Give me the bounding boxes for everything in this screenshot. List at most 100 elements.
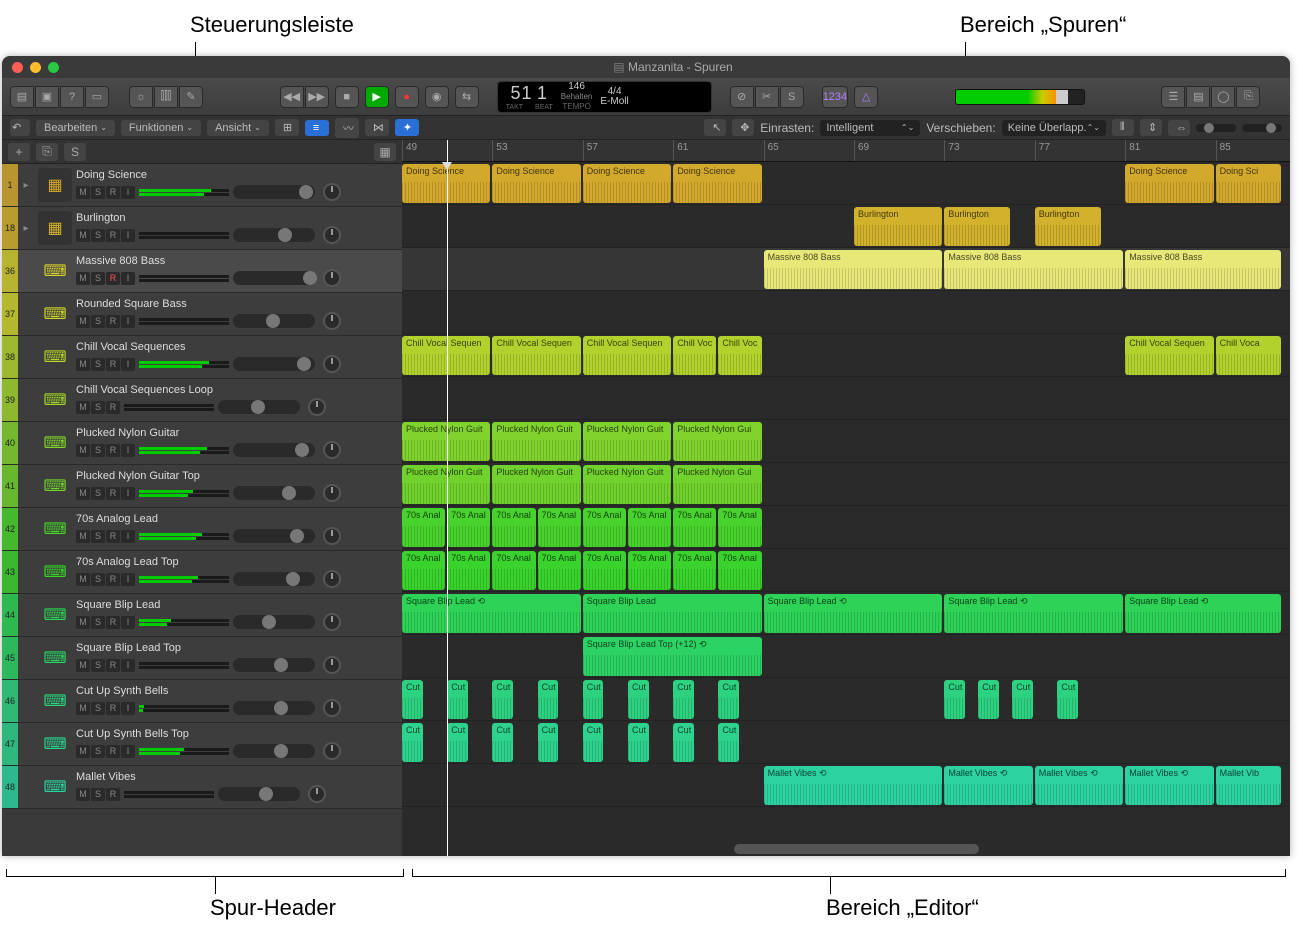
- track-name[interactable]: Plucked Nylon Guitar: [76, 427, 398, 439]
- msri-buttons[interactable]: MSRI: [76, 487, 135, 500]
- region[interactable]: Cut: [447, 723, 468, 762]
- msri-buttons[interactable]: MSRI: [76, 229, 135, 242]
- solo-button[interactable]: S: [780, 86, 804, 108]
- region[interactable]: Chill Vocal Sequen: [492, 336, 580, 375]
- msri-buttons[interactable]: MSRI: [76, 745, 135, 758]
- region[interactable]: Plucked Nylon Guit: [402, 465, 490, 504]
- list-editors-button[interactable]: ☰: [1161, 86, 1185, 108]
- region[interactable]: 70s Anal: [447, 551, 490, 590]
- autopunch-button[interactable]: ✂: [755, 86, 779, 108]
- automation-button[interactable]: 〰: [335, 118, 359, 138]
- pan-knob[interactable]: [323, 441, 341, 459]
- msri-buttons[interactable]: MSRI: [76, 530, 135, 543]
- pan-knob[interactable]: [323, 699, 341, 717]
- instrument-icon[interactable]: ⌨: [38, 727, 72, 761]
- region[interactable]: 70s Anal: [718, 551, 761, 590]
- inspector-button[interactable]: ▣: [35, 86, 59, 108]
- vertical-zoom-button[interactable]: ⇕: [1140, 119, 1162, 136]
- region-row[interactable]: 70s Anal70s Anal70s Anal70s Anal70s Anal…: [402, 506, 1290, 549]
- pan-knob[interactable]: [323, 613, 341, 631]
- instrument-icon[interactable]: ⌨: [38, 512, 72, 546]
- region[interactable]: Doing Sci: [1216, 164, 1282, 203]
- region[interactable]: Cut: [673, 680, 694, 719]
- replace-button[interactable]: ⊘: [730, 86, 754, 108]
- volume-slider[interactable]: [233, 486, 315, 500]
- region[interactable]: Mallet Vibes ⟲: [1035, 766, 1123, 805]
- msri-buttons[interactable]: MSRI: [76, 358, 135, 371]
- region[interactable]: Plucked Nylon Guit: [583, 422, 671, 461]
- horizontal-scrollbar[interactable]: [402, 842, 1276, 856]
- region[interactable]: Cut: [447, 680, 468, 719]
- region[interactable]: Cut: [718, 680, 739, 719]
- instrument-icon[interactable]: ⌨: [38, 598, 72, 632]
- pan-knob[interactable]: [308, 398, 326, 416]
- track-header-row[interactable]: 39⌨Chill Vocal Sequences LoopMSR: [2, 379, 402, 422]
- instrument-icon[interactable]: ⌨: [38, 641, 72, 675]
- region[interactable]: Cut: [402, 680, 423, 719]
- region[interactable]: Cut: [1012, 680, 1033, 719]
- pan-knob[interactable]: [323, 269, 341, 287]
- region[interactable]: Burlington: [944, 207, 1010, 246]
- region-row[interactable]: Massive 808 BassMassive 808 BassMassive …: [402, 248, 1290, 291]
- region[interactable]: Plucked Nylon Gui: [673, 422, 761, 461]
- region[interactable]: 70s Anal: [673, 508, 716, 547]
- region[interactable]: Burlington: [1035, 207, 1101, 246]
- expand-icon[interactable]: ▸: [18, 223, 34, 234]
- count-in-button[interactable]: 1234: [822, 86, 848, 108]
- track-name[interactable]: Plucked Nylon Guitar Top: [76, 470, 398, 482]
- region-row[interactable]: 70s Anal70s Anal70s Anal70s Anal70s Anal…: [402, 549, 1290, 592]
- instrument-icon[interactable]: ▦: [38, 168, 72, 202]
- editors-button[interactable]: ✎: [179, 86, 203, 108]
- track-name[interactable]: Burlington: [76, 212, 398, 224]
- track-name[interactable]: Chill Vocal Sequences Loop: [76, 384, 398, 396]
- ruler[interactable]: 4953576165697377818589: [402, 140, 1290, 162]
- minimize-icon[interactable]: [30, 62, 41, 73]
- region[interactable]: 70s Anal: [402, 551, 445, 590]
- region[interactable]: Plucked Nylon Guit: [492, 465, 580, 504]
- play-button[interactable]: ▶: [365, 86, 389, 108]
- region-row[interactable]: [402, 291, 1290, 334]
- region-row[interactable]: CutCutCutCutCutCutCutCutCutCutCutCut: [402, 678, 1290, 721]
- record-button[interactable]: ●: [395, 86, 419, 108]
- region[interactable]: Burlington: [854, 207, 942, 246]
- pan-knob[interactable]: [323, 656, 341, 674]
- smart-controls-button[interactable]: ☼: [129, 86, 153, 108]
- region[interactable]: 70s Anal: [628, 551, 671, 590]
- region[interactable]: Cut: [978, 680, 999, 719]
- region[interactable]: 70s Anal: [402, 508, 445, 547]
- instrument-icon[interactable]: ⌨: [38, 684, 72, 718]
- stop-button[interactable]: ■: [335, 86, 359, 108]
- instrument-icon[interactable]: ⌨: [38, 254, 72, 288]
- track-name[interactable]: Square Blip Lead: [76, 599, 398, 611]
- region[interactable]: Plucked Nylon Guit: [492, 422, 580, 461]
- track-header-row[interactable]: 43⌨70s Analog Lead TopMSRI: [2, 551, 402, 594]
- region[interactable]: Cut: [628, 680, 649, 719]
- region[interactable]: Square Blip Lead Top (+12) ⟲: [583, 637, 762, 676]
- region[interactable]: Square Blip Lead: [583, 594, 762, 633]
- volume-slider[interactable]: [233, 357, 315, 371]
- pan-knob[interactable]: [323, 484, 341, 502]
- track-header-row[interactable]: 41⌨Plucked Nylon Guitar TopMSRI: [2, 465, 402, 508]
- volume-slider[interactable]: [233, 271, 315, 285]
- region[interactable]: Doing Science: [492, 164, 580, 203]
- global-solo-button[interactable]: S: [64, 143, 86, 161]
- arrange-area[interactable]: 4953576165697377818589 Doing Science Doin…: [402, 140, 1290, 856]
- browser-button[interactable]: ⎘: [1236, 86, 1260, 108]
- toolbar-button[interactable]: ▭: [85, 86, 109, 108]
- instrument-icon[interactable]: ⌨: [38, 340, 72, 374]
- flex-button[interactable]: ⋈: [365, 119, 389, 136]
- volume-slider[interactable]: [233, 228, 315, 242]
- region[interactable]: Cut: [673, 723, 694, 762]
- volume-slider[interactable]: [218, 400, 300, 414]
- region[interactable]: Cut: [402, 723, 423, 762]
- region[interactable]: Chill Voca: [1216, 336, 1282, 375]
- instrument-icon[interactable]: ⌨: [38, 383, 72, 417]
- region[interactable]: Cut: [583, 723, 604, 762]
- metronome-button[interactable]: △: [854, 86, 878, 108]
- track-header-row[interactable]: 47⌨Cut Up Synth Bells TopMSRI: [2, 723, 402, 766]
- msri-buttons[interactable]: MSRI: [76, 616, 135, 629]
- master-volume[interactable]: [955, 89, 1085, 105]
- add-track-button[interactable]: +: [8, 143, 30, 161]
- track-header-row[interactable]: 1▸▦Doing ScienceMSRI: [2, 164, 402, 207]
- region-row[interactable]: Plucked Nylon GuitPlucked Nylon GuitPluc…: [402, 463, 1290, 506]
